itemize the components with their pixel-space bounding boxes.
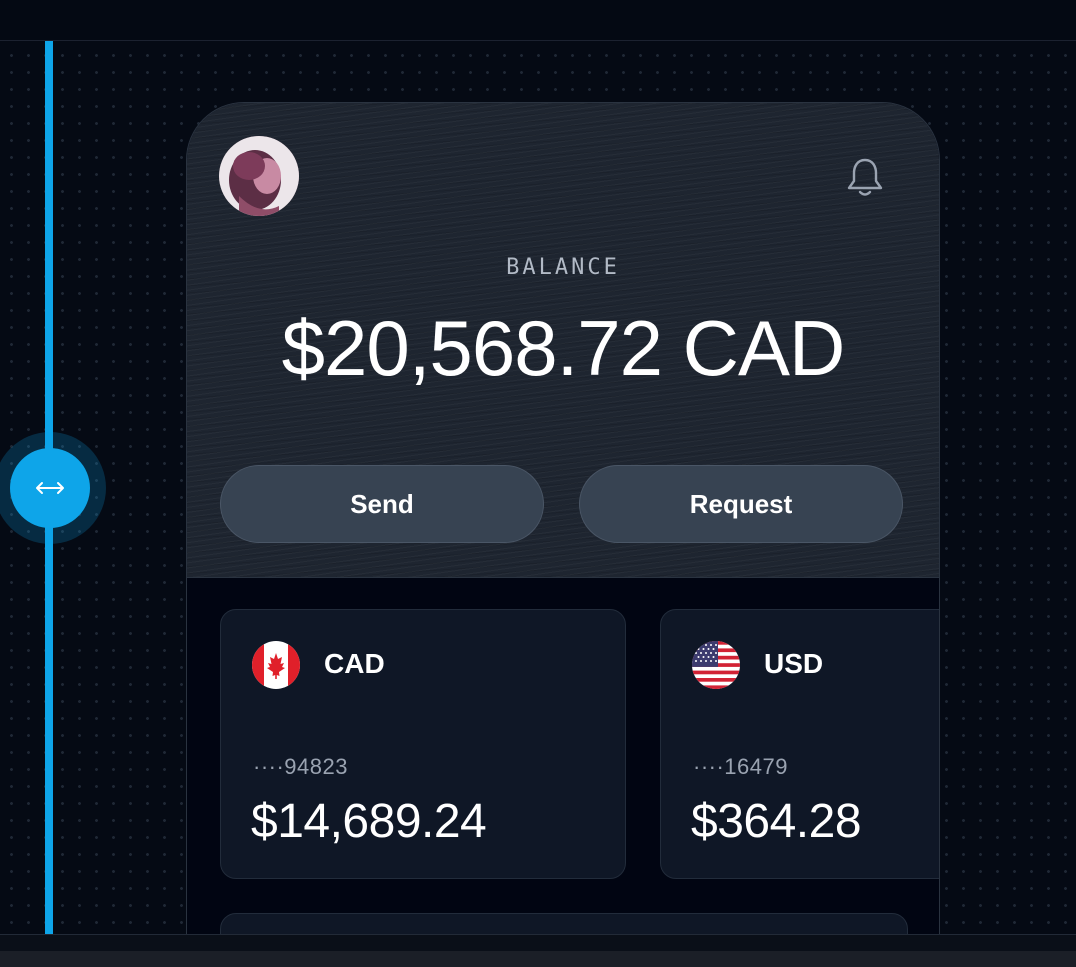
request-button[interactable]: Request — [579, 465, 903, 543]
account-card-cad[interactable]: CAD ····94823 $14,689.24 — [220, 609, 626, 879]
currency-code: USD — [764, 648, 824, 679]
avatar-image — [219, 136, 299, 216]
usa-flag-icon — [692, 641, 740, 689]
account-card-partial[interactable] — [220, 913, 908, 935]
resize-handle[interactable] — [10, 448, 90, 528]
account-balance: $364.28 — [691, 795, 862, 848]
send-button[interactable]: Send — [220, 465, 544, 543]
account-number: ····16479 — [693, 754, 788, 779]
notifications-button[interactable] — [843, 155, 887, 199]
resize-horizontal-icon — [36, 482, 64, 494]
avatar[interactable] — [219, 136, 299, 216]
balance-label: BALANCE — [506, 255, 620, 280]
canada-flag-icon — [252, 641, 300, 689]
bottom-bar — [0, 934, 1076, 967]
balance-amount: $20,568.72 CAD — [281, 304, 846, 392]
account-number: ····94823 — [253, 754, 348, 779]
balance-header: BALANCE $20,568.72 CAD Send Request — [187, 103, 939, 578]
phone-preview: BALANCE $20,568.72 CAD Send Request CAD … — [186, 102, 940, 935]
top-bar — [0, 0, 1076, 41]
currency-code: CAD — [324, 648, 385, 679]
bell-icon — [847, 158, 883, 196]
account-balance: $14,689.24 — [251, 795, 487, 848]
account-card-usd[interactable]: USD ····16479 $364.28 — [660, 609, 939, 879]
